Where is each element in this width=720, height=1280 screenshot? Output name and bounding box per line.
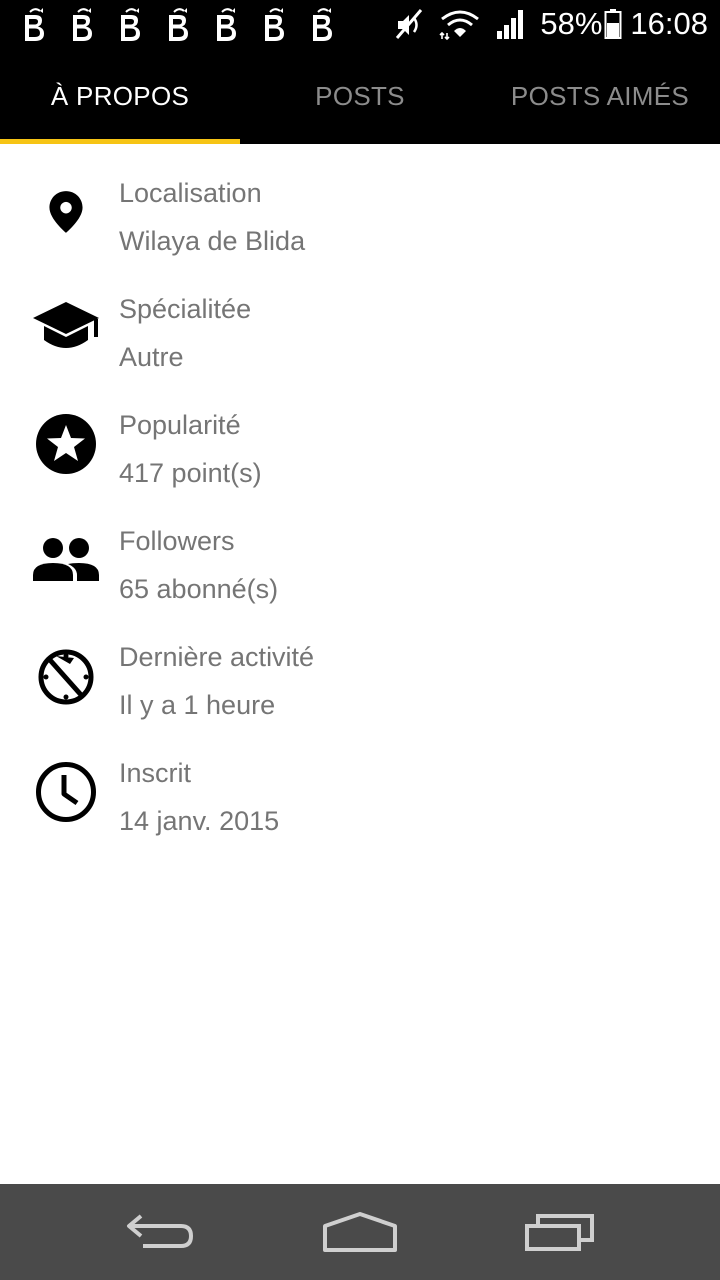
people-icon <box>30 524 102 596</box>
info-value: Il y a 1 heure <box>119 690 276 720</box>
info-row-localisation: Localisation Wilaya de Blida <box>0 144 720 260</box>
star-circle-icon <box>30 408 102 480</box>
battery-icon <box>604 9 622 39</box>
app-b-icon <box>70 6 118 44</box>
tab-label: À PROPOS <box>50 80 190 111</box>
app-b-icon <box>310 6 358 44</box>
notification-icons <box>22 6 358 44</box>
profile-screen: 58% 16:08 À PROPOS POSTS POSTS AIMÉS Loc… <box>0 0 720 1280</box>
profile-info-list: Localisation Wilaya de Blida Spécialitée… <box>0 144 720 840</box>
info-value: Autre <box>119 342 184 372</box>
graduation-cap-icon <box>30 292 102 364</box>
info-value: 417 point(s) <box>119 458 262 488</box>
tab-posts[interactable]: POSTS <box>240 48 480 144</box>
info-label: Spécialitée <box>119 294 252 324</box>
recent-apps-button[interactable] <box>500 1184 620 1280</box>
timer-off-icon <box>30 640 102 712</box>
tab-posts-aimes[interactable]: POSTS AIMÉS <box>480 48 720 144</box>
app-b-icon <box>22 6 70 44</box>
app-b-icon <box>262 6 310 44</box>
info-value: 14 janv. 2015 <box>119 806 280 836</box>
tab-bar: À PROPOS POSTS POSTS AIMÉS <box>0 48 720 144</box>
back-icon <box>127 1214 194 1248</box>
info-row-popularite: Popularité 417 point(s) <box>0 376 720 492</box>
app-b-icon <box>118 6 166 44</box>
tab-label: POSTS AIMÉS <box>510 80 690 111</box>
info-label: Localisation <box>119 178 262 208</box>
recent-apps-icon <box>525 1214 594 1251</box>
home-button[interactable] <box>300 1184 420 1280</box>
back-button[interactable] <box>100 1184 220 1280</box>
tab-a-propos[interactable]: À PROPOS <box>0 48 240 144</box>
wifi-icon <box>439 10 480 41</box>
info-label: Dernière activité <box>119 642 315 672</box>
tab-label: POSTS <box>315 80 405 111</box>
home-icon <box>323 1212 397 1252</box>
mute-icon <box>396 9 423 39</box>
info-label: Followers <box>119 526 235 556</box>
info-label: Inscrit <box>119 758 192 788</box>
status-clock: 16:08 <box>630 6 708 41</box>
info-value: 65 abonné(s) <box>119 574 279 604</box>
battery-percentage: 58% <box>540 6 603 41</box>
info-label: Popularité <box>119 410 241 440</box>
info-row-inscrit: Inscrit 14 janv. 2015 <box>0 724 720 840</box>
location-pin-icon <box>30 176 102 248</box>
app-b-icon <box>214 6 262 44</box>
info-row-derniere-activite: Dernière activité Il y a 1 heure <box>0 608 720 724</box>
info-value: Wilaya de Blida <box>119 226 306 256</box>
status-bar: 58% 16:08 <box>0 0 720 48</box>
status-indicators: 58% 16:08 <box>394 0 708 48</box>
signal-icon <box>497 10 524 39</box>
app-b-icon <box>166 6 214 44</box>
navigation-bar <box>0 1184 720 1280</box>
info-row-specialite: Spécialitée Autre <box>0 260 720 376</box>
info-row-followers: Followers 65 abonné(s) <box>0 492 720 608</box>
clock-icon <box>30 756 102 828</box>
